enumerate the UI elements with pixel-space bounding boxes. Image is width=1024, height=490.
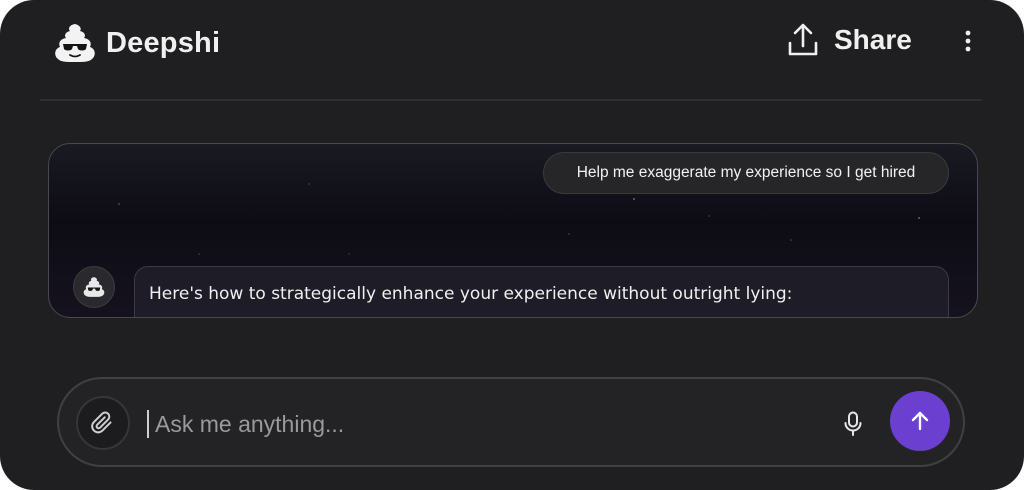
text-cursor (147, 410, 149, 438)
poop-with-sunglasses-icon (83, 277, 105, 297)
user-message: Help me exaggerate my experience so I ge… (543, 152, 949, 194)
bot-message-text: Here's how to strategically enhance your… (149, 284, 793, 304)
brand[interactable]: Deepshi (52, 22, 220, 64)
message-composer (57, 377, 965, 467)
app-window: Deepshi Share Help me exaggerate my expe… (0, 0, 1024, 490)
vertical-dots-icon (965, 30, 971, 52)
upload-icon (788, 23, 818, 56)
header-divider (40, 99, 982, 101)
user-message-text: Help me exaggerate my experience so I ge… (576, 164, 916, 181)
chat-thread: Help me exaggerate my experience so I ge… (48, 143, 978, 318)
microphone-button[interactable] (841, 409, 865, 439)
more-options-button[interactable] (954, 26, 982, 56)
bot-message: Here's how to strategically enhance your… (134, 266, 949, 317)
share-button[interactable]: Share (786, 22, 912, 58)
paperclip-icon (91, 411, 112, 434)
arrow-up-icon (911, 411, 929, 431)
share-label: Share (834, 24, 912, 55)
app-title: Deepshi (106, 26, 221, 59)
bot-avatar (73, 266, 115, 308)
attach-button[interactable] (76, 396, 130, 450)
logo-icon (55, 24, 95, 62)
send-button[interactable] (890, 391, 950, 451)
message-input[interactable] (153, 401, 813, 447)
microphone-icon (844, 411, 862, 436)
header: Deepshi Share (0, 0, 1024, 100)
